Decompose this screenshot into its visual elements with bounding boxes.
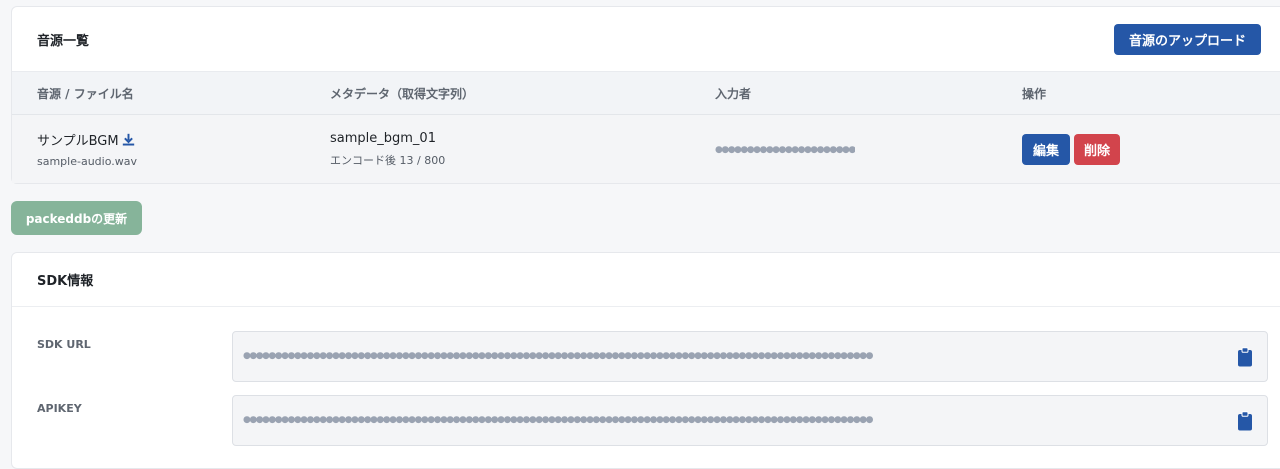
sdk-info-title: SDK情報 (37, 274, 94, 289)
sdk-url-field[interactable]: ●●●●●●●●●●●●●●●●●●●●●●●●●●●●●●●●●●●●●●●●… (232, 331, 1268, 382)
metadata-encoded-count: エンコード後 13 / 800 (330, 153, 446, 167)
edit-button[interactable]: 編集 (1022, 133, 1070, 165)
table-row: サンプルBGM sample-audio.wav sample_bgm_01 エ… (12, 115, 1280, 183)
file-cell: サンプルBGM sample-audio.wav (12, 130, 330, 168)
sdk-info-card: SDK情報 SDK URL ●●●●●●●●●●●●●●●●●●●●●●●●●●… (11, 252, 1280, 469)
download-icon[interactable] (122, 133, 135, 146)
delete-button[interactable]: 削除 (1074, 133, 1120, 165)
author-cell: ●●●●●●●●●●●●●●●●●●●●●● (715, 140, 1022, 159)
sdk-url-label: SDK URL (37, 338, 91, 351)
update-packeddb-button[interactable]: packeddbの更新 (11, 201, 142, 235)
sdk-info-header: SDK情報 (12, 253, 1280, 307)
audio-table-header: 音源 / ファイル名 メタデータ（取得文字列） 入力者 操作 (12, 71, 1280, 115)
apikey-masked: ●●●●●●●●●●●●●●●●●●●●●●●●●●●●●●●●●●●●●●●●… (243, 416, 873, 425)
sdk-url-masked: ●●●●●●●●●●●●●●●●●●●●●●●●●●●●●●●●●●●●●●●●… (243, 352, 873, 361)
column-header-metadata: メタデータ（取得文字列） (330, 86, 475, 101)
clipboard-icon[interactable] (1237, 347, 1253, 367)
audio-name: サンプルBGM (37, 134, 119, 149)
clipboard-icon[interactable] (1237, 411, 1253, 431)
upload-audio-button[interactable]: 音源のアップロード (1114, 23, 1261, 55)
metadata-value: sample_bgm_01 (330, 130, 436, 146)
audio-list-header: 音源一覧 音源のアップロード (12, 7, 1280, 71)
audio-filename: sample-audio.wav (37, 155, 137, 168)
audio-list-card: 音源一覧 音源のアップロード 音源 / ファイル名 メタデータ（取得文字列） 入… (11, 6, 1280, 184)
metadata-cell: sample_bgm_01 エンコード後 13 / 800 (330, 131, 715, 168)
actions-cell: 編集 削除 (1022, 133, 1222, 165)
author-masked: ●●●●●●●●●●●●●●●●●●●●●● (715, 145, 855, 155)
apikey-field[interactable]: ●●●●●●●●●●●●●●●●●●●●●●●●●●●●●●●●●●●●●●●●… (232, 395, 1268, 446)
column-header-file: 音源 / ファイル名 (37, 86, 134, 101)
apikey-label: APIKEY (37, 402, 82, 415)
audio-list-title: 音源一覧 (37, 33, 90, 49)
column-header-actions: 操作 (1022, 86, 1047, 101)
column-header-author: 入力者 (715, 86, 752, 101)
